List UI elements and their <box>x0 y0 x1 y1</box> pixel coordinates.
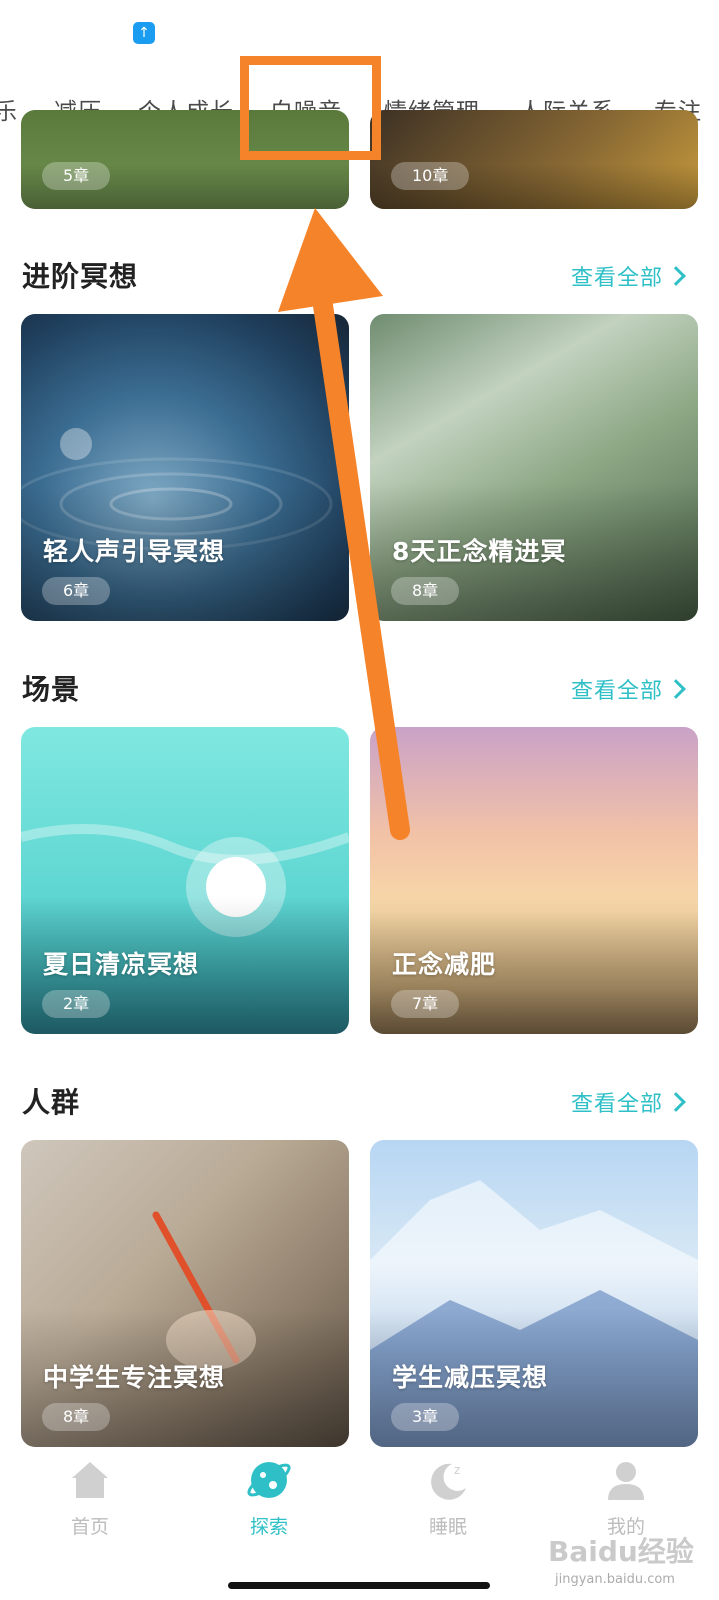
course-card[interactable]: 学生减压冥想 3章 <box>370 1140 698 1447</box>
view-all-link[interactable]: 查看全部 <box>571 260 686 292</box>
course-card[interactable]: 10章 <box>370 110 698 209</box>
baidu-watermark: Baidu经验 <box>548 1535 694 1568</box>
chapter-count: 8章 <box>391 577 460 605</box>
nav-item-sleep[interactable]: z 睡眠 <box>398 1458 498 1539</box>
profile-icon <box>608 1462 644 1500</box>
explore-icon <box>247 1462 291 1498</box>
course-title: 轻人声引导冥想 <box>43 537 226 566</box>
svg-text:z: z <box>454 1463 460 1477</box>
section-title-groups: 人群 <box>22 1086 81 1119</box>
chapter-count: 3章 <box>391 1403 460 1431</box>
chapter-count: 6章 <box>42 577 111 605</box>
course-title: 中学生专注冥想 <box>43 1363 226 1392</box>
chapter-count: 7章 <box>391 990 460 1018</box>
course-title: 学生减压冥想 <box>392 1363 549 1392</box>
course-card[interactable]: 夏日清凉冥想 2章 <box>21 727 349 1034</box>
chapter-count: 8章 <box>42 1403 111 1431</box>
course-title: 夏日清凉冥想 <box>43 950 200 979</box>
nav-item-home[interactable]: 首页 <box>40 1458 140 1539</box>
home-icon <box>72 1462 108 1498</box>
view-all-link[interactable]: 查看全部 <box>571 1086 686 1118</box>
nav-label: 首页 <box>70 1516 109 1538</box>
home-indicator[interactable] <box>228 1582 490 1589</box>
nav-item-profile[interactable]: 我的 <box>576 1458 676 1539</box>
annotation-highlight-box <box>240 56 381 160</box>
course-card[interactable]: 中学生专注冥想 8章 <box>21 1140 349 1447</box>
chapter-count: 2章 <box>42 990 111 1018</box>
section-title-scenes: 场景 <box>22 673 81 706</box>
tab-music[interactable]: 乐 <box>0 92 18 126</box>
nav-label: 睡眠 <box>428 1516 467 1538</box>
moon-sleep-icon: z <box>431 1463 466 1500</box>
view-all-link[interactable]: 查看全部 <box>571 673 686 705</box>
chapter-count: 5章 <box>42 162 111 190</box>
nav-item-explore[interactable]: 探索 <box>219 1458 319 1539</box>
baidu-watermark-url: jingyan.baidu.com <box>555 1572 675 1587</box>
chevron-right-icon <box>666 679 686 699</box>
view-all-label: 查看全部 <box>571 266 664 291</box>
course-title: 正念减肥 <box>392 950 497 979</box>
course-card[interactable]: 正念减肥 7章 <box>370 727 698 1034</box>
view-all-label: 查看全部 <box>571 679 664 704</box>
nav-label: 探索 <box>249 1516 288 1538</box>
chevron-right-icon <box>666 266 686 286</box>
course-card[interactable]: 轻人声引导冥想 6章 <box>21 314 349 621</box>
course-title: 8天正念精进冥 <box>392 537 567 566</box>
status-bar: ↑ <box>0 0 719 60</box>
view-all-label: 查看全部 <box>571 1092 664 1117</box>
chapter-count: 10章 <box>391 162 470 190</box>
course-card[interactable]: 8天正念精进冥 8章 <box>370 314 698 621</box>
chevron-right-icon <box>666 1092 686 1112</box>
section-title-advanced: 进阶冥想 <box>22 260 139 293</box>
upload-arrow-icon: ↑ <box>133 22 155 44</box>
